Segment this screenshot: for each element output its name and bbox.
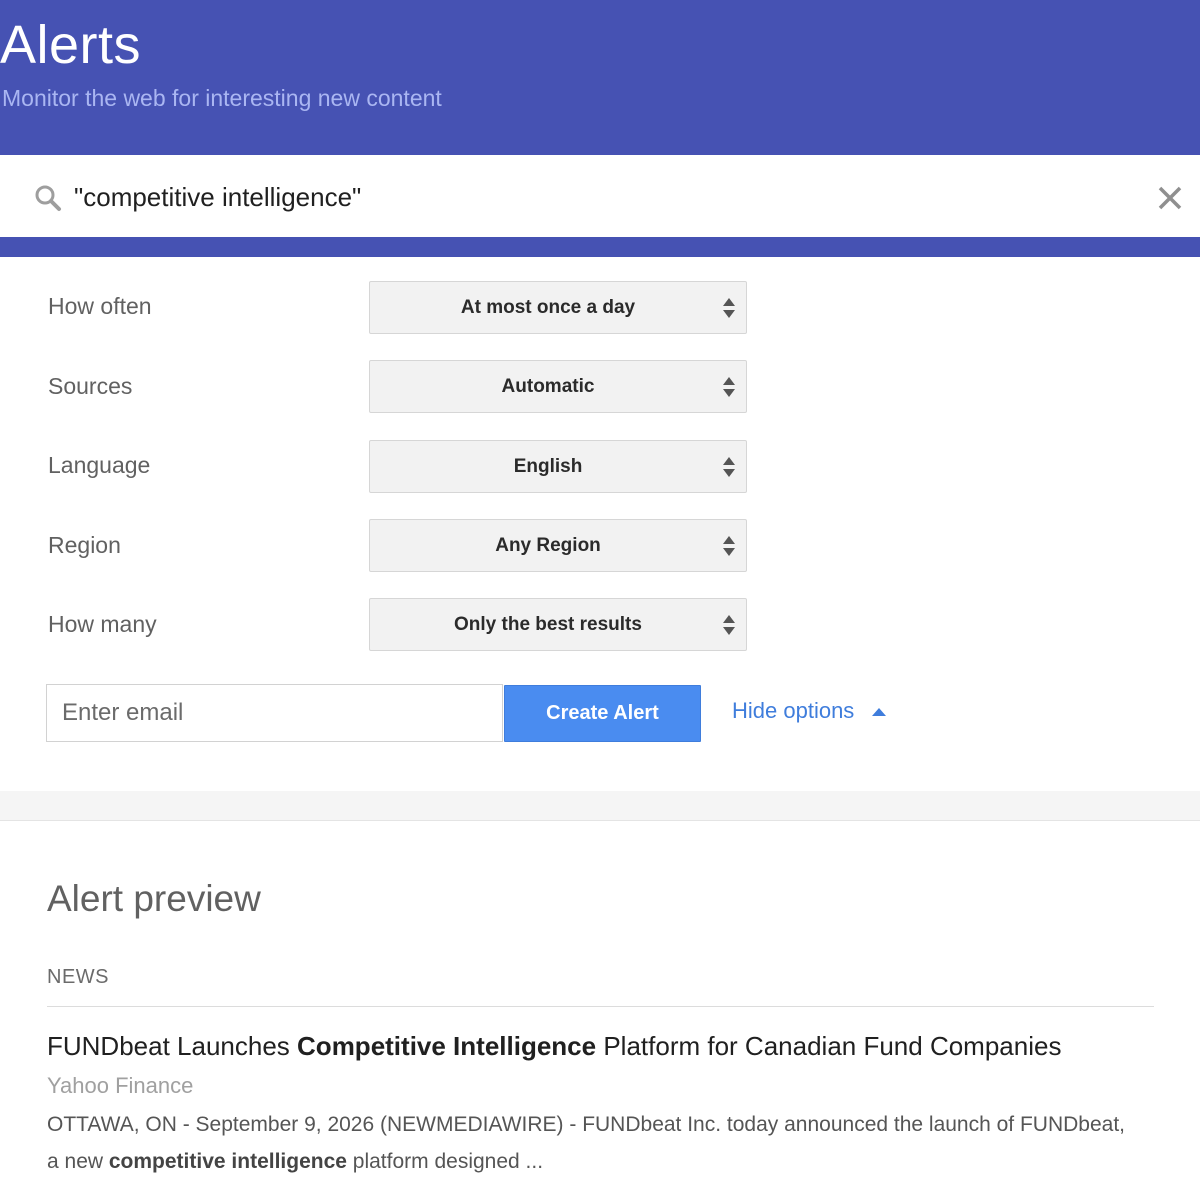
- create-alert-button[interactable]: Create Alert: [504, 685, 701, 742]
- select-arrows-icon: [723, 298, 735, 318]
- select-arrows-icon: [723, 377, 735, 397]
- how-many-select[interactable]: Only the best results: [369, 598, 747, 651]
- result-snippet-line2: a new competitive intelligence platform …: [47, 1150, 543, 1174]
- option-label-how-often: How often: [48, 293, 152, 319]
- option-label-how-many: How many: [48, 611, 157, 637]
- snippet-bold: competitive intelligence: [108, 1150, 347, 1173]
- region-select[interactable]: Any Region: [369, 519, 747, 572]
- region-value: Any Region: [495, 535, 601, 556]
- language-select[interactable]: English: [369, 440, 747, 493]
- how-often-select[interactable]: At most once a day: [369, 281, 747, 334]
- select-arrows-icon: [723, 536, 735, 556]
- search-icon: [35, 185, 61, 211]
- snippet-post: platform designed ...: [346, 1150, 544, 1173]
- select-arrows-icon: [723, 615, 735, 635]
- page-subtitle: Monitor the web for interesting new cont…: [2, 85, 442, 111]
- search-input[interactable]: "competitive intelligence": [74, 182, 361, 213]
- how-many-value: Only the best results: [454, 614, 642, 635]
- option-label-sources: Sources: [48, 373, 133, 399]
- header-strip: [0, 237, 1200, 257]
- app-header: Alerts Monitor the web for interesting n…: [0, 0, 1200, 155]
- hide-options-link[interactable]: Hide options: [732, 698, 854, 724]
- snippet-pre: a new: [47, 1150, 109, 1173]
- caret-up-icon[interactable]: [871, 707, 887, 717]
- sources-select[interactable]: Automatic: [369, 360, 747, 413]
- email-field[interactable]: Enter email: [46, 684, 503, 742]
- result-snippet-line1: OTTAWA, ON - September 9, 2026 (NEWMEDIA…: [47, 1113, 1126, 1136]
- news-section-label: NEWS: [47, 966, 109, 988]
- result-title-bold: Competitive Intelligence: [297, 1031, 597, 1061]
- divider: [47, 1006, 1154, 1007]
- option-label-region: Region: [48, 532, 121, 558]
- close-icon[interactable]: [1156, 184, 1184, 212]
- language-value: English: [513, 456, 583, 477]
- sources-value: Automatic: [501, 376, 595, 397]
- section-separator: [0, 791, 1200, 821]
- alert-preview-title: Alert preview: [47, 878, 261, 919]
- option-label-language: Language: [48, 452, 151, 478]
- result-title-pre: FUNDbeat Launches: [47, 1031, 298, 1061]
- page-title: Alerts: [0, 15, 142, 75]
- result-title-post: Platform for Canadian Fund Companies: [596, 1031, 1062, 1061]
- result-title-link[interactable]: FUNDbeat Launches Competitive Intelligen…: [47, 1031, 1061, 1062]
- select-arrows-icon: [723, 457, 735, 477]
- how-often-value: At most once a day: [460, 297, 636, 318]
- result-source: Yahoo Finance: [47, 1073, 194, 1098]
